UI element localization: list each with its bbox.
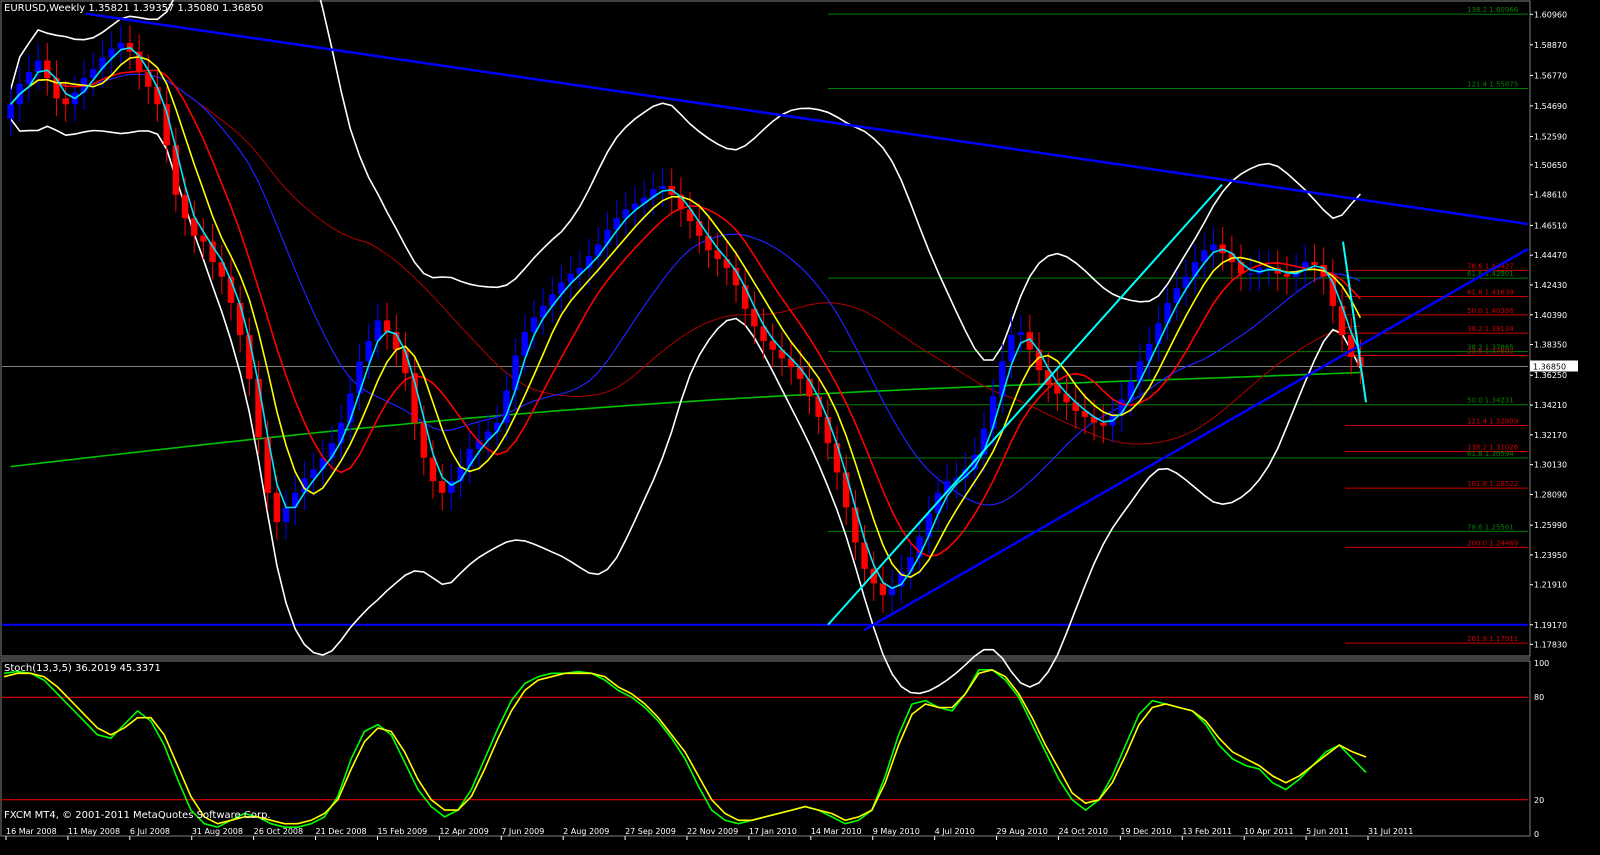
candle-body <box>659 186 666 189</box>
price-tick-label: 1.23950 <box>1534 551 1567 560</box>
candle-body <box>925 513 933 537</box>
time-tick-label: 6 Jul 2008 <box>130 827 170 836</box>
candle-body <box>907 557 914 572</box>
candle-body <box>273 492 281 523</box>
candle-body <box>438 481 446 493</box>
time-tick-label: 9 May 2010 <box>873 827 920 836</box>
fib-level-label: 38.2 1.39134 <box>1467 325 1514 333</box>
time-tick-label: 24 Oct 2010 <box>1058 827 1107 836</box>
candle-body <box>1210 244 1217 251</box>
time-tick-label: 31 Jul 2011 <box>1368 827 1413 836</box>
price-tick-label: 1.42430 <box>1534 281 1567 290</box>
candle-body <box>723 259 731 268</box>
candle-body <box>172 145 180 195</box>
candle-body <box>1247 273 1254 275</box>
fib-level-label: 138.2 1.60966 <box>1467 6 1519 14</box>
price-tick-label: 1.25990 <box>1534 521 1567 530</box>
candle-body <box>62 98 69 105</box>
copyright-text: FXCM MT4, © 2001-2011 MetaQuotes Softwar… <box>4 810 271 821</box>
price-tick-label: 1.50650 <box>1534 161 1567 170</box>
stoch-tick-label: 0 <box>1534 830 1539 839</box>
price-tick-label: 1.60960 <box>1534 10 1567 19</box>
time-tick-label: 12 Apr 2009 <box>439 827 488 836</box>
price-tick-label: 1.36250 <box>1534 371 1567 380</box>
time-tick-label: 14 Mar 2010 <box>811 827 862 836</box>
panel-separator[interactable] <box>0 657 1530 660</box>
candle-body <box>466 449 473 467</box>
price-tick-label: 1.44470 <box>1534 251 1567 260</box>
candle-body <box>879 583 887 596</box>
time-tick-label: 5 Jun 2011 <box>1306 827 1349 836</box>
candle-body <box>117 42 124 49</box>
time-tick-label: 17 Jan 2010 <box>749 827 797 836</box>
candle-body <box>7 104 14 119</box>
time-tick-label: 11 May 2008 <box>68 827 120 836</box>
price-tick-label: 1.19170 <box>1534 621 1567 630</box>
price-tick-label: 1.21910 <box>1534 581 1567 590</box>
time-tick-label: 22 Nov 2009 <box>687 827 738 836</box>
price-tick-label: 1.30130 <box>1534 461 1567 470</box>
price-tick-label: 1.17830 <box>1534 640 1567 649</box>
fib-level-label: 50.0 1.40386 <box>1467 307 1514 315</box>
candle-body <box>842 472 850 508</box>
candle-body <box>209 241 216 263</box>
price-tick-label: 1.56770 <box>1534 71 1567 80</box>
fib-level-label: 78.6 1.25561 <box>1467 523 1514 531</box>
time-tick-label: 7 Jun 2009 <box>501 827 544 836</box>
stoch-title: Stoch(13,3,5) 36.2019 45.3371 <box>4 663 161 674</box>
fib-level-label: 121.4 1.32809 <box>1467 418 1518 426</box>
price-tick-label: 1.40390 <box>1534 311 1567 320</box>
stoch-tick-label: 20 <box>1534 796 1544 805</box>
candle-body <box>1017 332 1024 336</box>
time-tick-label: 27 Sep 2009 <box>625 827 676 836</box>
candle-body <box>34 60 42 73</box>
candle-body <box>999 361 1006 397</box>
price-tick-label: 1.54690 <box>1534 102 1567 111</box>
time-tick-label: 19 Dec 2010 <box>1120 827 1171 836</box>
candle-body <box>1136 361 1144 382</box>
time-tick-label: 10 Apr 2011 <box>1244 827 1293 836</box>
price-tick-label: 1.38350 <box>1534 341 1567 350</box>
price-tick-label: 1.58870 <box>1534 41 1567 50</box>
chart-stage: 138.2 1.60966121.4 1.5587578.6 1.4342761… <box>0 0 1600 855</box>
candle-body <box>282 507 290 523</box>
candle-body <box>1311 262 1318 265</box>
price-tick-label: 1.34210 <box>1534 401 1567 410</box>
stoch-tick-label: 80 <box>1534 693 1544 702</box>
fib-level-label: 121.4 1.55875 <box>1467 81 1518 89</box>
time-tick-label: 2 Aug 2009 <box>563 827 609 836</box>
price-tick-label: 1.46510 <box>1534 221 1567 230</box>
fib-level-label: 50.0 1.34231 <box>1467 397 1514 405</box>
fib-level-label: 161.8 1.28522 <box>1467 480 1518 488</box>
candle-body <box>181 194 189 219</box>
fib-level-label: 261.8 1.17911 <box>1467 635 1518 643</box>
fib-level-label: 200.0 1.24469 <box>1467 539 1518 547</box>
candle-body <box>1155 323 1162 344</box>
stoch-tick-label: 100 <box>1534 659 1549 668</box>
price-tick-label: 1.52590 <box>1534 133 1567 142</box>
time-tick-label: 16 Mar 2008 <box>6 827 57 836</box>
price-tick-label: 1.48610 <box>1534 191 1567 200</box>
background <box>0 0 1600 855</box>
time-tick-label: 4 Jul 2010 <box>935 827 975 836</box>
time-tick-label: 31 Aug 2008 <box>192 827 243 836</box>
fib-level-label: 61.8 1.41639 <box>1467 289 1514 297</box>
candle-body <box>356 361 363 394</box>
candle-body <box>512 355 519 391</box>
price-tick-label: 1.28090 <box>1534 490 1567 499</box>
time-tick-label: 29 Aug 2010 <box>997 827 1048 836</box>
time-tick-label: 15 Feb 2009 <box>377 827 427 836</box>
time-tick-label: 13 Feb 2011 <box>1182 827 1232 836</box>
candle-body <box>1100 422 1107 426</box>
time-tick-label: 26 Oct 2008 <box>254 827 303 836</box>
candle-body <box>44 60 51 78</box>
fib-level-label: 23.6 1.37602 <box>1467 347 1514 355</box>
price-tick-label: 1.32170 <box>1534 431 1567 440</box>
candle-body <box>1283 273 1291 277</box>
current-price-label: 1.36850 <box>1533 362 1566 371</box>
time-tick-label: 21 Dec 2008 <box>316 827 367 836</box>
fib-level-label: 61.8 1.30594 <box>1467 450 1514 458</box>
candle-body <box>833 443 841 473</box>
chart-title: EURUSD,Weekly 1.35821 1.39357 1.35080 1.… <box>4 3 263 14</box>
